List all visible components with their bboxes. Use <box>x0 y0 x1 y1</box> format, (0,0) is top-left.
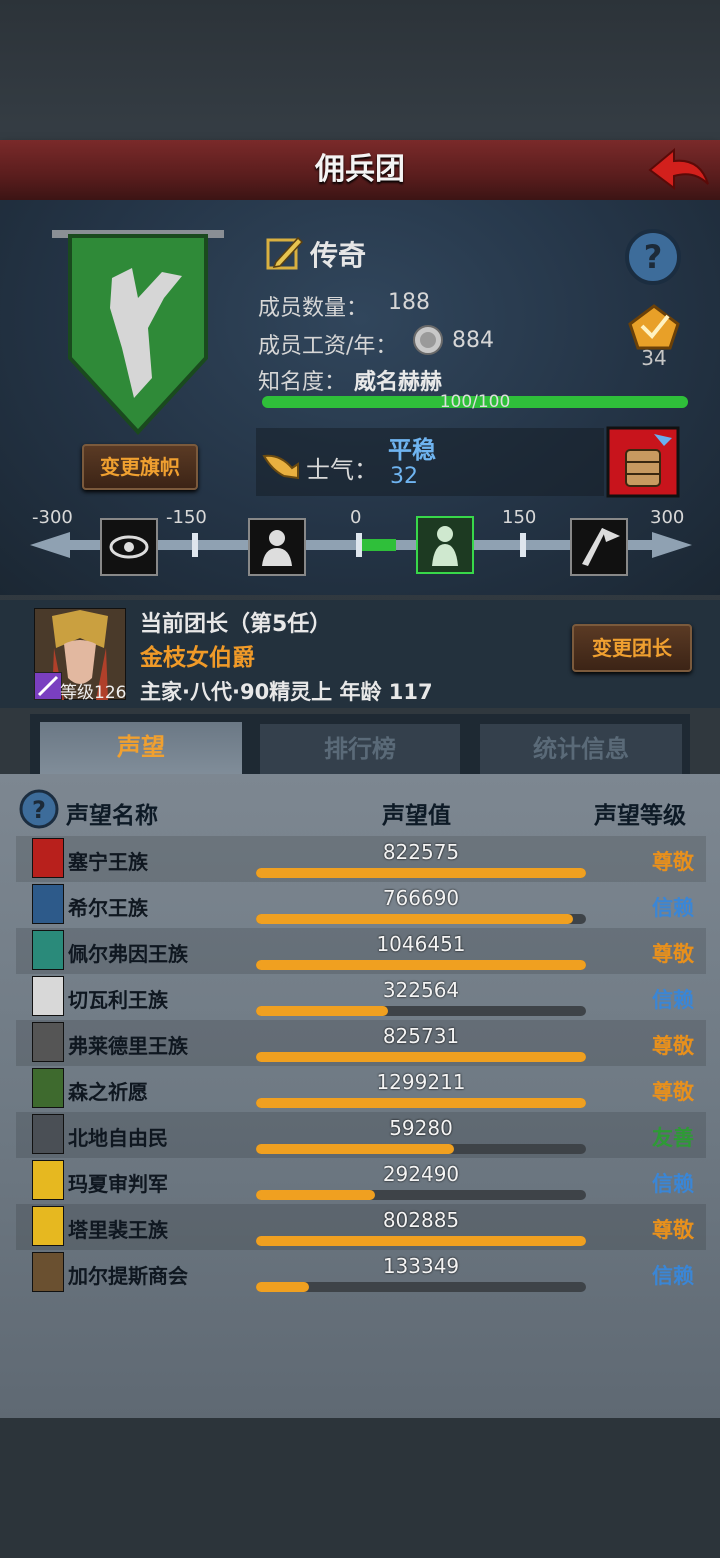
tab-statistics[interactable]: 统计信息 <box>480 724 682 774</box>
help-icon[interactable]: ? <box>18 788 60 830</box>
faction-emblem-icon <box>32 1252 64 1292</box>
reputation-bar-fill <box>256 914 573 924</box>
tab-reputation[interactable]: 声望 <box>40 722 242 774</box>
tick-label: 0 <box>350 507 362 528</box>
faction-emblem-icon <box>32 976 64 1016</box>
svg-text:?: ? <box>644 238 663 276</box>
reputation-bar-fill <box>256 960 586 970</box>
drum-icon[interactable] <box>606 426 680 498</box>
reputation-level: 信赖 <box>652 1264 694 1288</box>
leader-level: 等级126 <box>60 683 127 703</box>
faction-name: 森之祈愿 <box>68 1080 148 1104</box>
faction-name: 希尔王族 <box>68 896 148 920</box>
faction-name: 加尔提斯商会 <box>68 1264 188 1288</box>
reputation-value: 1046451 <box>376 932 466 956</box>
members-label: 成员数量： <box>258 296 369 321</box>
members-value: 188 <box>388 290 430 315</box>
reputation-value: 322564 <box>382 978 460 1002</box>
reputation-value: 133349 <box>382 1254 460 1278</box>
change-leader-button[interactable]: 变更团长 <box>572 624 692 672</box>
faction-name: 玛夏审判军 <box>68 1172 168 1196</box>
faction-name: 塔里裴王族 <box>68 1218 168 1242</box>
reputation-bar-fill <box>256 1282 309 1292</box>
faction-emblem-icon <box>32 838 64 878</box>
reputation-level: 信赖 <box>652 988 694 1012</box>
reputation-bar-fill <box>256 1236 586 1246</box>
faction-name: 北地自由民 <box>68 1126 168 1150</box>
faction-emblem-icon <box>32 930 64 970</box>
page-title: 佣兵团 <box>315 152 405 187</box>
company-banner <box>52 228 224 436</box>
reputation-value: 59280 <box>389 1116 453 1140</box>
reputation-value: 825731 <box>382 1024 460 1048</box>
morale-steady-icon[interactable] <box>416 516 474 574</box>
reputation-value: 292490 <box>382 1162 460 1186</box>
morale-heroic-icon[interactable] <box>570 518 628 576</box>
reputation-level: 尊敬 <box>652 850 694 874</box>
badge-value: 34 <box>641 346 667 370</box>
header-name: 声望名称 <box>66 803 158 829</box>
header-value: 声望值 <box>382 803 451 829</box>
fame-progress: 100/100 <box>439 392 511 412</box>
silver-coin-icon <box>412 324 444 356</box>
leader-info: 主家·八代·90精灵上 年龄 117 <box>140 680 433 704</box>
reputation-bar-fill <box>256 1006 388 1016</box>
faction-name: 佩尔弗因王族 <box>68 942 188 966</box>
leader-title: 当前团长（第5任） <box>140 612 332 637</box>
horn-icon <box>262 450 300 480</box>
svg-text:?: ? <box>32 796 46 824</box>
back-arrow-icon <box>648 147 709 190</box>
staff-icon <box>34 672 62 700</box>
leader-name: 金枝女伯爵 <box>140 645 255 671</box>
morale-label: 士气： <box>306 456 378 484</box>
change-banner-button[interactable]: 变更旗帜 <box>82 444 198 490</box>
bottom-area <box>0 1418 720 1558</box>
reputation-value: 822575 <box>382 840 460 864</box>
morale-state: 平稳 <box>388 436 436 464</box>
reputation-value: 802885 <box>382 1208 460 1232</box>
back-button[interactable] <box>646 144 712 196</box>
faction-name: 塞宁王族 <box>68 850 148 874</box>
reputation-level: 尊敬 <box>652 1034 694 1058</box>
company-rank: 传奇 <box>310 239 367 272</box>
reputation-bar-fill <box>256 868 586 878</box>
reputation-bar-fill <box>256 1144 454 1154</box>
faction-emblem-icon <box>32 1114 64 1154</box>
reputation-bar-fill <box>256 1052 586 1062</box>
edit-icon[interactable] <box>264 232 304 272</box>
help-icon[interactable]: ? <box>624 228 682 286</box>
reputation-value: 1299211 <box>376 1070 466 1094</box>
faction-emblem-icon <box>32 884 64 924</box>
tick-label: -300 <box>32 507 73 528</box>
faction-emblem-icon <box>32 1068 64 1108</box>
tick-label: 300 <box>650 507 685 528</box>
salary-label: 成员工资/年： <box>258 334 398 359</box>
faction-emblem-icon <box>32 1160 64 1200</box>
faction-name: 切瓦利王族 <box>68 988 168 1012</box>
morale-despair-icon[interactable] <box>248 518 306 576</box>
reputation-level: 信赖 <box>652 1172 694 1196</box>
header-level: 声望等级 <box>594 803 686 829</box>
reputation-level: 尊敬 <box>652 942 694 966</box>
tick-label: -150 <box>166 507 207 528</box>
faction-name: 弗莱德里王族 <box>68 1034 188 1058</box>
reputation-level: 尊敬 <box>652 1218 694 1242</box>
faction-emblem-icon <box>32 1022 64 1062</box>
tab-ranking[interactable]: 排行榜 <box>260 724 460 774</box>
reputation-level: 尊敬 <box>652 1080 694 1104</box>
reputation-bar-fill <box>256 1190 375 1200</box>
reputation-bar-fill <box>256 1098 586 1108</box>
faction-emblem-icon <box>32 1206 64 1246</box>
reputation-level: 友善 <box>652 1126 694 1150</box>
reputation-level: 信赖 <box>652 896 694 920</box>
reputation-value: 766690 <box>382 886 460 910</box>
tick-label: 150 <box>502 507 537 528</box>
salary-value: 884 <box>452 328 494 353</box>
morale-value: 32 <box>390 464 418 489</box>
morale-fear-icon[interactable] <box>100 518 158 576</box>
